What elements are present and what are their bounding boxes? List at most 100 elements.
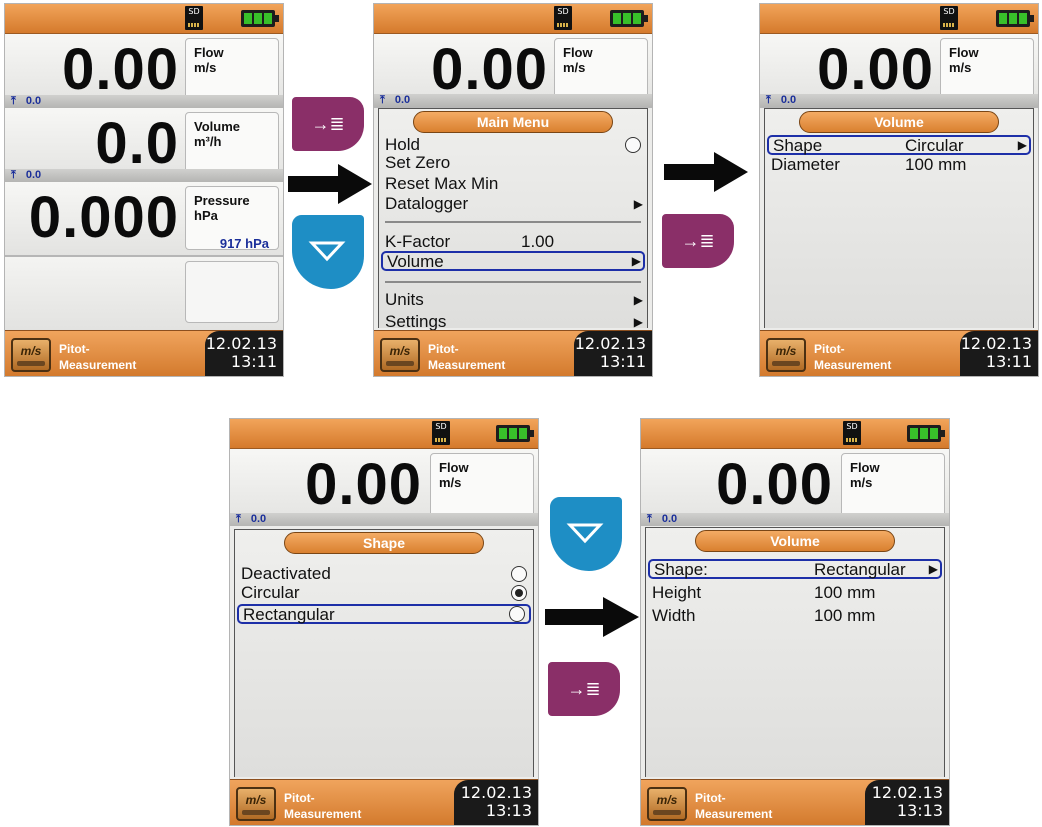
menu-item-label: Volume: [387, 252, 444, 271]
menu-item-volume[interactable]: Volume ▶: [381, 251, 645, 271]
flow-unit-box[interactable]: Flow m/s: [841, 453, 945, 517]
submenu-arrow-icon: ▶: [633, 293, 643, 307]
option-circular[interactable]: Circular: [237, 583, 531, 603]
bottom-bar: m/s Pitot- Measurement 12.02.13 13:13: [641, 779, 949, 825]
flow-label: Flow: [439, 460, 469, 475]
time: 13:13: [896, 801, 943, 820]
mode-label-line2: Measurement: [814, 358, 892, 372]
pitot-measurement-icon[interactable]: m/s: [380, 338, 420, 372]
pressure-value: 0.000: [28, 185, 179, 250]
radio-button[interactable]: [511, 566, 527, 582]
flow-value: 0.00: [716, 452, 833, 517]
menu-item-k-factor[interactable]: K-Factor 1.00: [381, 232, 645, 252]
radio-button[interactable]: [625, 137, 641, 153]
datetime: 12.02.13 13:11: [205, 331, 283, 376]
flow-max-value: 0.0: [661, 513, 678, 525]
down-key-icon: [292, 215, 364, 289]
main-menu: Main Menu Hold Set Zero Reset Max Min Da…: [378, 108, 648, 331]
menu-item-units[interactable]: Units ▶: [381, 290, 645, 310]
menu-item-datalogger[interactable]: Datalogger ▶: [381, 194, 645, 214]
mode-label-line2: Measurement: [59, 358, 137, 372]
menu-item-set-zero[interactable]: Set Zero: [381, 153, 645, 173]
flow-unit: m/s: [850, 475, 873, 490]
menu-item-width[interactable]: Width 100 mm: [648, 606, 942, 626]
arrow-right-icon: [664, 152, 748, 192]
volume-unit-box[interactable]: Volume m³/h: [185, 112, 279, 176]
flow-unit-box[interactable]: Flow m/s: [554, 38, 648, 102]
bottom-bar: m/s Pitot- Measurement 12.02.13 13:13: [230, 779, 538, 825]
submenu-arrow-icon: ▶: [631, 254, 641, 268]
battery-icon: [996, 10, 1034, 27]
datetime: 12.02.13 13:11: [960, 331, 1038, 376]
menu-item-reset-max-min[interactable]: Reset Max Min: [381, 174, 645, 194]
menu-item-hold[interactable]: Hold: [381, 135, 645, 155]
max-arrow-icon: ⤒: [380, 94, 385, 106]
menu-item-diameter[interactable]: Diameter 100 mm: [767, 155, 1031, 175]
flow-unit-box[interactable]: Flow m/s: [185, 38, 279, 102]
menu-item-label: K-Factor: [385, 232, 451, 251]
empty-unit-box: [185, 261, 279, 323]
flow-unit: m/s: [563, 60, 586, 75]
menu-item-label: Hold: [385, 135, 420, 154]
datetime: 12.02.13 13:13: [454, 780, 538, 825]
menu-item-label: Set Zero: [385, 153, 451, 172]
divider: [385, 221, 641, 223]
flow-label: Flow: [949, 45, 979, 60]
pressure-unit: hPa: [194, 208, 218, 223]
bottom-bar: m/s Pitot- Measurement 12.02.13 13:11: [760, 330, 1038, 376]
enter-key-icon: →≣: [662, 214, 734, 268]
datetime: 12.02.13 13:11: [574, 331, 652, 376]
pitot-measurement-icon[interactable]: m/s: [766, 338, 806, 372]
flow-value: 0.00: [305, 452, 422, 517]
time: 13:11: [599, 352, 646, 371]
radio-button[interactable]: [509, 606, 525, 622]
submenu-arrow-icon: ▶: [928, 562, 938, 576]
device-screen-main-menu: SD 0.00 Flow m/s ⤒ 0.0 Main Menu Hold Set…: [373, 3, 653, 377]
radio-button-selected[interactable]: [511, 585, 527, 601]
option-label: Deactivated: [241, 564, 331, 583]
mode-label-line1: Pitot-: [428, 342, 459, 356]
shape-value: Rectangular: [814, 560, 906, 579]
pitot-measurement-icon[interactable]: m/s: [236, 787, 276, 821]
divider: [385, 281, 641, 283]
flow-unit-box[interactable]: Flow m/s: [940, 38, 1034, 102]
down-key-icon: [550, 497, 622, 571]
pitot-measurement-icon[interactable]: m/s: [647, 787, 687, 821]
flow-unit: m/s: [949, 60, 972, 75]
menu-item-shape[interactable]: Shape: Rectangular ▶: [648, 559, 942, 579]
submenu-arrow-icon: ▶: [1017, 138, 1027, 152]
bottom-bar: m/s Pitot- Measurement 12.02.13 13:11: [374, 330, 652, 376]
submenu-arrow-icon: ▶: [633, 315, 643, 329]
device-screen-measurement: SD 0.00 Flow m/s ⤒ 0.0 0.0 Volume m³/h ⤒ 0…: [4, 3, 284, 377]
menu-item-shape[interactable]: Shape Circular ▶: [767, 135, 1031, 155]
mode-label-line1: Pitot-: [284, 791, 315, 805]
volume-label: Volume: [194, 119, 240, 134]
max-arrow-icon: ⤒: [11, 169, 16, 181]
menu-item-label: Shape: [773, 136, 823, 155]
battery-icon: [496, 425, 534, 442]
device-screen-shape-select: SD 0.00 Flow m/s ⤒ 0.0 Shape Deactivated …: [229, 418, 539, 826]
menu-item-height[interactable]: Height 100 mm: [648, 583, 942, 603]
flow-max-bar: ⤒ 0.0: [5, 95, 283, 108]
pitot-measurement-icon[interactable]: m/s: [11, 338, 51, 372]
option-rectangular[interactable]: Rectangular: [237, 604, 531, 624]
shape-value: Circular: [905, 136, 964, 155]
mode-label-line2: Measurement: [428, 358, 506, 372]
sd-card-icon: SD: [185, 6, 203, 30]
mode-label: Pitot- Measurement: [814, 341, 891, 373]
flow-label: Flow: [194, 45, 224, 60]
mode-label: Pitot- Measurement: [695, 790, 772, 822]
max-arrow-icon: ⤒: [236, 513, 241, 525]
time: 13:11: [230, 352, 277, 371]
menu-item-settings[interactable]: Settings ▶: [381, 312, 645, 332]
flow-unit-box[interactable]: Flow m/s: [430, 453, 534, 517]
status-bar: SD: [760, 4, 1038, 34]
mode-label-line2: Measurement: [284, 807, 362, 821]
option-deactivated[interactable]: Deactivated: [237, 564, 531, 584]
volume-max-bar: ⤒ 0.0: [5, 169, 283, 182]
battery-icon: [907, 425, 945, 442]
flow-value: 0.00: [62, 37, 179, 102]
menu-title: Main Menu: [413, 111, 613, 133]
menu-title: Shape: [284, 532, 484, 554]
mode-label: Pitot- Measurement: [284, 790, 361, 822]
